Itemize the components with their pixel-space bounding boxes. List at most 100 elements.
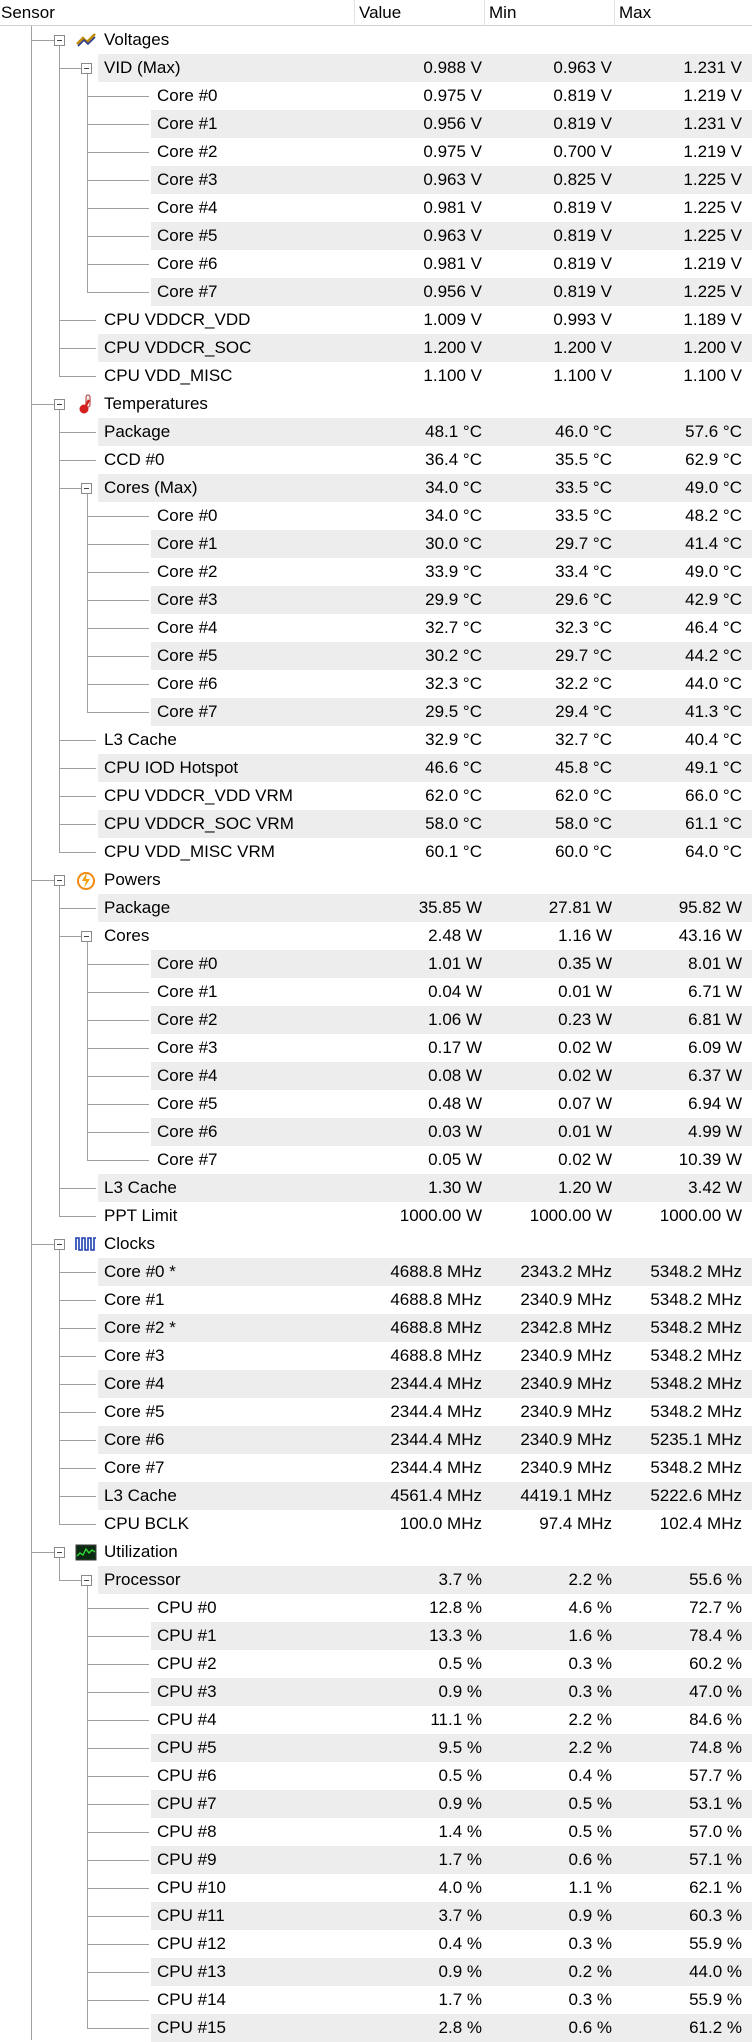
value-cell: 0.988 V bbox=[423, 58, 482, 77]
sensor-row[interactable]: Core #5 2344.4 MHz 2340.9 MHz 5348.2 MHz bbox=[0, 1398, 752, 1426]
tree-guide-line bbox=[87, 942, 88, 1160]
sensor-row[interactable]: PPT Limit 1000.00 W 1000.00 W 1000.00 W bbox=[0, 1202, 752, 1230]
utilization-graph-icon bbox=[75, 1541, 97, 1563]
sensor-row[interactable]: CPU BCLK 100.0 MHz 97.4 MHz 102.4 MHz bbox=[0, 1510, 752, 1538]
sensor-label: VID (Max) bbox=[104, 58, 181, 77]
value-cell: 62.0 °C bbox=[425, 786, 482, 805]
column-header-max[interactable]: Max bbox=[615, 0, 752, 26]
value-cell: 0.9 % bbox=[438, 1794, 482, 1813]
value-cell: 0.963 V bbox=[423, 226, 482, 245]
collapse-toggle-icon[interactable] bbox=[81, 63, 92, 74]
group-temperatures[interactable]: Temperatures bbox=[0, 390, 752, 418]
min-cell: 0.2 % bbox=[568, 1962, 612, 1981]
tree-branch-line bbox=[87, 1692, 149, 1693]
sensor-row[interactable]: CPU IOD Hotspot 46.6 °C 45.8 °C 49.1 °C bbox=[0, 754, 752, 782]
tree-branch-line bbox=[87, 712, 149, 713]
sensor-row[interactable]: Core #4 2344.4 MHz 2340.9 MHz 5348.2 MHz bbox=[0, 1370, 752, 1398]
max-cell: 74.8 % bbox=[689, 1738, 742, 1757]
sensor-row[interactable]: L3 Cache 1.30 W 1.20 W 3.42 W bbox=[0, 1174, 752, 1202]
sensor-row[interactable]: Core #3 4688.8 MHz 2340.9 MHz 5348.2 MHz bbox=[0, 1342, 752, 1370]
collapse-toggle-icon[interactable] bbox=[54, 1239, 65, 1250]
sensor-row[interactable]: Core #0 * 4688.8 MHz 2343.2 MHz 5348.2 MHz bbox=[0, 1258, 752, 1286]
column-header-sensor[interactable]: Sensor bbox=[0, 0, 355, 26]
tree-branch-line bbox=[87, 1608, 149, 1609]
tree-branch-line bbox=[87, 1664, 149, 1665]
value-cell: 0.9 % bbox=[438, 1962, 482, 1981]
value-cell: 1000.00 W bbox=[399, 1206, 482, 1225]
max-cell: 42.9 °C bbox=[685, 590, 742, 609]
min-cell: 0.819 V bbox=[553, 282, 612, 301]
value-cell: 4688.8 MHz bbox=[390, 1318, 482, 1337]
tree-branch-line bbox=[59, 936, 81, 937]
max-cell: 43.16 W bbox=[678, 926, 742, 945]
min-cell: 0.4 % bbox=[568, 1766, 612, 1785]
sensor-label: Core #2 bbox=[157, 1010, 218, 1029]
min-cell: 1.200 V bbox=[553, 338, 612, 357]
sensor-label: Core #5 bbox=[104, 1402, 165, 1421]
column-header-value[interactable]: Value bbox=[355, 0, 485, 26]
sensor-row[interactable]: Package 48.1 °C 46.0 °C 57.6 °C bbox=[0, 418, 752, 446]
min-cell: 32.2 °C bbox=[555, 674, 612, 693]
sensor-row[interactable]: VID (Max) 0.988 V 0.963 V 1.231 V bbox=[0, 54, 752, 82]
sensor-row[interactable]: L3 Cache 32.9 °C 32.7 °C 40.4 °C bbox=[0, 726, 752, 754]
sensor-row[interactable]: Package 35.85 W 27.81 W 95.82 W bbox=[0, 894, 752, 922]
max-cell: 62.9 °C bbox=[685, 450, 742, 469]
collapse-toggle-icon[interactable] bbox=[54, 399, 65, 410]
sensor-row[interactable]: L3 Cache 4561.4 MHz 4419.1 MHz 5222.6 MHz bbox=[0, 1482, 752, 1510]
tree-branch-line bbox=[59, 1272, 96, 1273]
tree-branch-line bbox=[87, 628, 149, 629]
sensor-row[interactable]: CPU VDD_MISC 1.100 V 1.100 V 1.100 V bbox=[0, 362, 752, 390]
collapse-toggle-icon[interactable] bbox=[81, 1575, 92, 1586]
sensor-row[interactable]: CPU VDDCR_SOC VRM 58.0 °C 58.0 °C 61.1 °C bbox=[0, 810, 752, 838]
value-cell: 30.0 °C bbox=[425, 534, 482, 553]
sensor-row[interactable]: Processor 3.7 % 2.2 % 55.6 % bbox=[0, 1566, 752, 1594]
collapse-toggle-icon[interactable] bbox=[81, 483, 92, 494]
min-cell: 2340.9 MHz bbox=[520, 1430, 612, 1449]
group-clocks[interactable]: Clocks bbox=[0, 1230, 752, 1258]
max-cell: 5348.2 MHz bbox=[650, 1346, 742, 1365]
group-powers[interactable]: Powers bbox=[0, 866, 752, 894]
group-voltages[interactable]: Voltages bbox=[0, 26, 752, 54]
sensor-row[interactable]: Core #6 2344.4 MHz 2340.9 MHz 5235.1 MHz bbox=[0, 1426, 752, 1454]
sensor-row[interactable]: CPU VDDCR_VDD VRM 62.0 °C 62.0 °C 66.0 °C bbox=[0, 782, 752, 810]
min-cell: 0.3 % bbox=[568, 1654, 612, 1673]
sensor-row[interactable]: CPU VDDCR_SOC 1.200 V 1.200 V 1.200 V bbox=[0, 334, 752, 362]
max-cell: 41.4 °C bbox=[685, 534, 742, 553]
value-cell: 1.009 V bbox=[423, 310, 482, 329]
sensor-label: L3 Cache bbox=[104, 1486, 177, 1505]
tree-branch-line bbox=[87, 1160, 149, 1161]
value-cell: 0.956 V bbox=[423, 114, 482, 133]
tree-branch-line bbox=[31, 880, 54, 881]
value-cell: 2344.4 MHz bbox=[390, 1374, 482, 1393]
sensor-row[interactable]: CPU VDD_MISC VRM 60.1 °C 60.0 °C 64.0 °C bbox=[0, 838, 752, 866]
tree-branch-line bbox=[59, 908, 96, 909]
value-cell: 0.03 W bbox=[428, 1122, 482, 1141]
value-cell: 34.0 °C bbox=[425, 478, 482, 497]
min-cell: 2340.9 MHz bbox=[520, 1458, 612, 1477]
value-cell: 2344.4 MHz bbox=[390, 1458, 482, 1477]
sensor-row[interactable]: Cores 2.48 W 1.16 W 43.16 W bbox=[0, 922, 752, 950]
sensor-row[interactable]: Core #2 * 4688.8 MHz 2342.8 MHz 5348.2 MHz bbox=[0, 1314, 752, 1342]
collapse-toggle-icon[interactable] bbox=[54, 35, 65, 46]
group-utilization[interactable]: Utilization bbox=[0, 1538, 752, 1566]
sensor-label: CPU #5 bbox=[157, 1738, 217, 1757]
min-cell: 0.23 W bbox=[558, 1010, 612, 1029]
min-cell: 0.02 W bbox=[558, 1150, 612, 1169]
value-cell: 0.981 V bbox=[423, 254, 482, 273]
tree-branch-line bbox=[59, 768, 96, 769]
sensor-label: CCD #0 bbox=[104, 450, 165, 469]
sensor-row[interactable]: Core #7 2344.4 MHz 2340.9 MHz 5348.2 MHz bbox=[0, 1454, 752, 1482]
sensor-row[interactable]: Core #1 4688.8 MHz 2340.9 MHz 5348.2 MHz bbox=[0, 1286, 752, 1314]
collapse-toggle-icon[interactable] bbox=[81, 931, 92, 942]
max-cell: 1.219 V bbox=[683, 86, 742, 105]
sensor-row[interactable]: CPU VDDCR_VDD 1.009 V 0.993 V 1.189 V bbox=[0, 306, 752, 334]
value-cell: 1.200 V bbox=[423, 338, 482, 357]
column-header-min[interactable]: Min bbox=[485, 0, 615, 26]
collapse-toggle-icon[interactable] bbox=[54, 875, 65, 886]
sensor-label: CPU VDDCR_VDD VRM bbox=[104, 786, 293, 805]
min-cell: 0.819 V bbox=[553, 114, 612, 133]
sensor-row[interactable]: Cores (Max) 34.0 °C 33.5 °C 49.0 °C bbox=[0, 474, 752, 502]
value-cell: 34.0 °C bbox=[425, 506, 482, 525]
collapse-toggle-icon[interactable] bbox=[54, 1547, 65, 1558]
sensor-row[interactable]: CCD #0 36.4 °C 35.5 °C 62.9 °C bbox=[0, 446, 752, 474]
